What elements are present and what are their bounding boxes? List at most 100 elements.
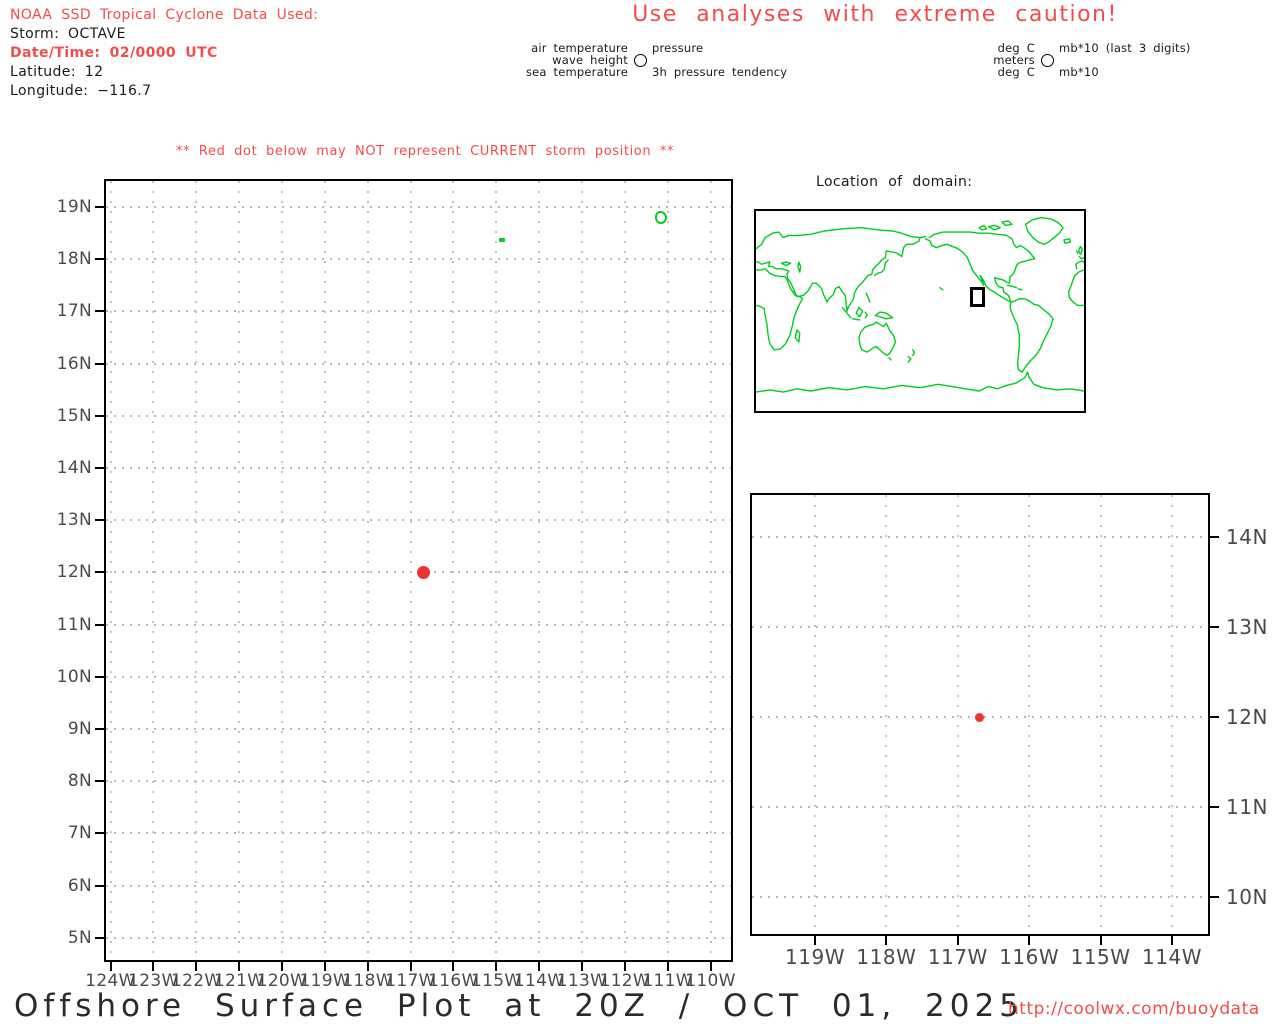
- gridline-lat: [106, 780, 731, 783]
- gridline-lat: [106, 675, 731, 678]
- main-lat-axis-label: 17N: [56, 301, 92, 322]
- detail-lon-axis-label: 116W: [999, 945, 1060, 969]
- lon-tick: [280, 962, 283, 971]
- detail-lat-axis-label: 10N: [1226, 885, 1268, 909]
- gridline-lat: [752, 806, 1206, 808]
- main-lat-axis-label: 6N: [67, 875, 92, 896]
- lat-tick: [1208, 536, 1219, 538]
- lon-tick: [580, 962, 583, 971]
- small-island-mark: [499, 238, 505, 242]
- gridline-lat: [752, 896, 1206, 898]
- gridline-lat: [752, 626, 1206, 628]
- storm-position-dot-detail: [974, 712, 984, 722]
- units-mb10-label: mb*10: [1059, 65, 1099, 79]
- datetime-line: Date/Time: 02/0000 UTC: [10, 45, 218, 61]
- latitude-line: Latitude: 12: [10, 64, 104, 80]
- longitude-line: Longitude: −116.7: [10, 83, 152, 99]
- gridline-lat: [106, 258, 731, 261]
- lat-tick: [95, 832, 104, 835]
- main-lat-axis-label: 14N: [56, 458, 92, 478]
- lat-tick: [95, 206, 104, 208]
- gridline-lat: [106, 728, 731, 730]
- lon-tick: [409, 962, 412, 971]
- legend-sea-temperature-label: sea temperature: [525, 65, 628, 79]
- gridline-lat: [106, 832, 731, 835]
- main-lat-axis-label: 10N: [56, 666, 92, 687]
- lat-tick: [95, 414, 104, 417]
- lon-tick: [452, 962, 455, 971]
- lon-tick: [885, 934, 888, 945]
- detail-lon-axis-label: 117W: [927, 945, 988, 969]
- gridline-lat: [106, 467, 731, 469]
- source-url: http://coolwx.com/buoydata: [1008, 999, 1260, 1019]
- gridline-lat: [106, 310, 731, 313]
- station-model-circle-icon: [1040, 53, 1054, 67]
- gridline-lon: [323, 181, 326, 960]
- lat-tick: [95, 780, 104, 783]
- lat-tick: [95, 519, 104, 522]
- legend-pressure-label: pressure: [652, 41, 704, 55]
- lon-tick: [366, 962, 369, 971]
- main-lat-axis-label: 16N: [56, 353, 92, 374]
- gridline-lon: [195, 181, 198, 960]
- main-lat-axis-label: 12N: [56, 562, 92, 583]
- main-lat-axis-label: 8N: [67, 771, 92, 792]
- main-lat-axis-label: 13N: [56, 510, 92, 531]
- gridline-lat: [106, 206, 731, 208]
- inset-map-title: Location of domain:: [816, 174, 973, 190]
- detail-lon-axis-label: 119W: [785, 945, 845, 969]
- detail-lat-axis-label: 12N: [1226, 705, 1268, 729]
- lat-tick: [95, 936, 104, 939]
- lat-tick: [1208, 716, 1219, 718]
- main-lat-axis-label: 5N: [67, 927, 92, 948]
- gridline-lon: [666, 181, 669, 960]
- lon-tick: [666, 962, 669, 971]
- gridline-lon: [814, 495, 816, 932]
- storm-position-dot-main: [416, 565, 430, 579]
- gridline-lat: [106, 519, 731, 522]
- gridline-lon: [580, 181, 583, 960]
- gridline-lon: [280, 181, 283, 960]
- lat-tick: [1208, 806, 1219, 808]
- gridline-lon: [495, 181, 498, 960]
- lat-tick: [95, 571, 104, 574]
- main-lat-axis-label: 19N: [56, 197, 92, 217]
- gridline-lon: [452, 181, 455, 960]
- lon-tick: [1099, 934, 1102, 945]
- lon-tick: [1171, 934, 1173, 945]
- storm-position-warning: ** Red dot below may NOT represent CURRE…: [176, 144, 675, 159]
- lon-tick: [623, 962, 626, 971]
- lon-tick: [709, 962, 712, 971]
- station-model-circle-icon: [633, 53, 647, 67]
- gridline-lat: [106, 623, 731, 626]
- main-lon-axis-label: 110W: [685, 971, 736, 991]
- gridline-lon: [709, 181, 712, 960]
- detail-lon-axis-label: 118W: [856, 945, 917, 969]
- main-lat-axis-label: 7N: [67, 823, 92, 844]
- gridline-lat: [106, 884, 731, 887]
- gridline-lon: [885, 495, 888, 932]
- main-lat-axis-label: 15N: [56, 405, 92, 426]
- lon-tick: [495, 962, 498, 971]
- lat-tick: [1208, 626, 1219, 628]
- gridline-lon: [1028, 495, 1031, 932]
- world-coastlines-svg: [756, 211, 1084, 411]
- lat-tick: [95, 623, 104, 626]
- gridline-lat: [106, 936, 731, 939]
- lat-tick: [95, 884, 104, 887]
- detail-lat-axis-label: 13N: [1226, 615, 1268, 639]
- main-lat-axis-label: 18N: [56, 249, 92, 270]
- units-legend: deg C meters deg C mb*10 (last 3 digits)…: [925, 42, 1239, 78]
- main-lat-axis-label: 9N: [67, 719, 92, 739]
- lon-tick: [956, 934, 959, 945]
- storm-name-line: Storm: OCTAVE: [10, 26, 126, 42]
- gridline-lat: [752, 536, 1206, 538]
- legend-pressure-tendency-label: 3h pressure tendency: [652, 65, 788, 79]
- lon-tick: [238, 962, 241, 971]
- units-degc-bottom-label: deg C: [997, 65, 1035, 79]
- detail-lat-axis-label: 14N: [1226, 525, 1268, 549]
- lat-tick: [95, 258, 104, 261]
- island-outline: [655, 211, 667, 224]
- units-mb10-digits-label: mb*10 (last 3 digits): [1059, 41, 1191, 55]
- lat-tick: [95, 467, 104, 469]
